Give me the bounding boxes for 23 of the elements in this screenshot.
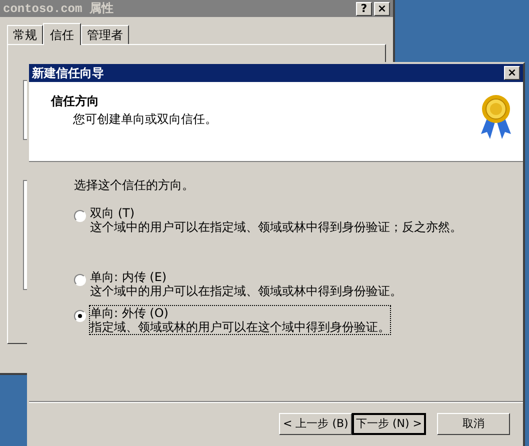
option-label[interactable]: 单向: 外传 (O) — [90, 306, 390, 320]
option-label[interactable]: 双向 (T) — [90, 206, 462, 220]
tab[interactable]: 管理者 — [81, 25, 129, 44]
header-title: 信任方向 — [51, 93, 100, 110]
next-button[interactable]: 下一步 (N) > — [352, 413, 426, 435]
option-label[interactable]: 单向: 内传 (E) — [90, 270, 402, 284]
tab[interactable]: 常规 — [7, 25, 43, 44]
window-title: contoso.com 属性 — [3, 0, 114, 18]
option-description: 指定域、领域或林的用户可以在这个域中得到身份验证。 — [90, 320, 390, 334]
close-button[interactable]: × — [374, 2, 390, 16]
radio-button[interactable] — [74, 310, 86, 322]
header-subtitle: 您可创建单向或双向信任。 — [72, 111, 217, 128]
tab[interactable]: 信任 — [43, 23, 81, 45]
option-description: 这个域中的用户可以在指定域、领域或林中得到身份验证；反之亦然。 — [90, 220, 462, 234]
option-description: 这个域中的用户可以在指定域、领域或林中得到身份验证。 — [90, 284, 402, 298]
back-button[interactable]: < 上一步 (B) — [279, 413, 352, 435]
dialog-title: 新建信任向导 — [32, 65, 104, 82]
cancel-button[interactable]: 取消 — [436, 413, 510, 435]
radio-button[interactable] — [74, 274, 86, 286]
close-button[interactable]: × — [504, 66, 520, 80]
radio-button[interactable] — [74, 210, 86, 222]
help-button[interactable]: ? — [356, 2, 372, 16]
prompt-text: 选择这个信任的方向。 — [74, 177, 195, 194]
